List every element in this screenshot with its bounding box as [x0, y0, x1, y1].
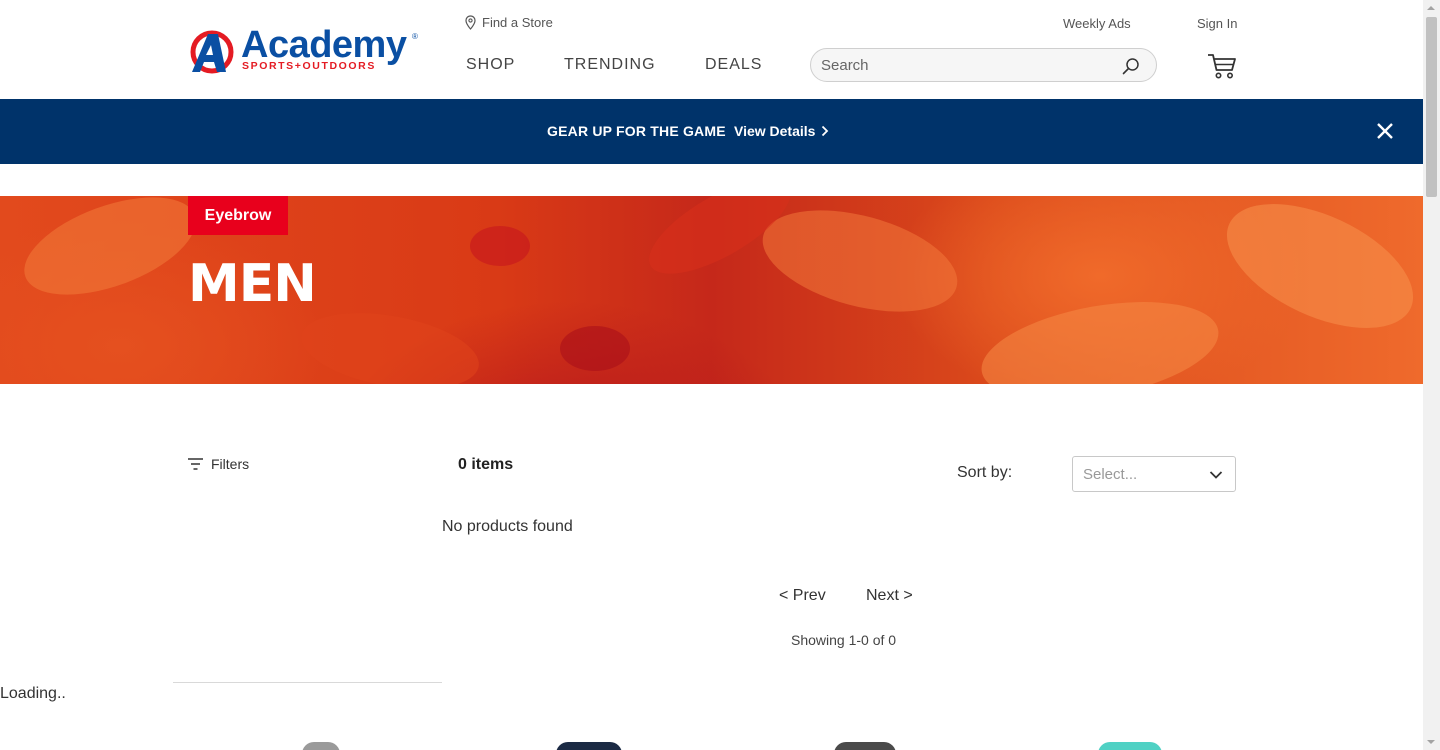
sort-label: Sort by: — [957, 464, 1013, 481]
next-page-link[interactable]: Next > — [866, 587, 913, 605]
logo-subtitle: SPORTS+OUTDOORS — [242, 60, 376, 72]
nav-trending[interactable]: TRENDING — [564, 56, 656, 74]
sort-selected-value: Select... — [1083, 466, 1138, 483]
product-thumbnail[interactable] — [302, 742, 340, 750]
logo-mark-icon — [190, 30, 234, 74]
cart-icon[interactable] — [1207, 52, 1237, 80]
item-count: 0 items — [458, 456, 514, 473]
petal-shape — [295, 300, 485, 384]
sidebar-divider — [173, 682, 442, 683]
sign-in-link[interactable]: Sign In — [1197, 16, 1237, 31]
nav-deals[interactable]: DEALS — [705, 56, 762, 74]
find-a-store-link[interactable]: Find a Store — [465, 15, 553, 30]
petal-shape — [11, 196, 209, 315]
registered-mark: ® — [412, 32, 418, 41]
chevron-right-icon — [822, 125, 829, 137]
academy-logo[interactable]: Academy SPORTS+OUTDOORS ® — [188, 24, 420, 74]
filters-button[interactable]: Filters — [188, 456, 249, 472]
product-thumbnail[interactable] — [834, 742, 896, 750]
nav-shop[interactable]: SHOP — [466, 56, 515, 74]
scroll-down-arrow-icon[interactable] — [1427, 740, 1435, 744]
page-scrollbar[interactable] — [1423, 0, 1440, 750]
page-title: MEN — [188, 254, 317, 314]
no-products-message: No products found — [442, 518, 573, 535]
weekly-ads-link[interactable]: Weekly Ads — [1063, 16, 1131, 31]
location-pin-icon — [465, 15, 476, 30]
scrollbar-thumb[interactable] — [1426, 17, 1437, 197]
promo-banner: GEAR UP FOR THE GAME View Details — [0, 99, 1423, 164]
petal-shape — [751, 196, 969, 331]
product-thumbnail[interactable] — [1098, 742, 1162, 750]
filter-lines-icon — [188, 458, 203, 470]
scroll-up-arrow-icon[interactable] — [1427, 6, 1435, 10]
petal-shape — [470, 226, 530, 266]
results-summary: Showing 1-0 of 0 — [791, 632, 897, 648]
sort-dropdown[interactable]: Select... — [1072, 456, 1236, 492]
close-icon[interactable] — [1375, 121, 1395, 141]
site-header: Academy SPORTS+OUTDOORS ® Find a Store W… — [0, 0, 1423, 99]
search-icon[interactable] — [1122, 57, 1140, 75]
view-details-link[interactable]: View Details — [734, 123, 829, 139]
filters-label: Filters — [211, 456, 250, 472]
search-bar — [810, 48, 1157, 82]
petal-shape — [560, 326, 630, 371]
find-a-store-label: Find a Store — [482, 15, 553, 30]
loading-indicator: Loading.. — [0, 685, 66, 702]
eyebrow-tag: Eyebrow — [188, 196, 288, 235]
chevron-down-icon — [1209, 471, 1223, 479]
search-input[interactable] — [821, 49, 1121, 81]
prev-page-link[interactable]: < Prev — [779, 587, 826, 605]
petal-shape — [974, 285, 1226, 384]
petal-shape — [1208, 196, 1423, 354]
view-details-label: View Details — [734, 123, 816, 139]
promo-message: GEAR UP FOR THE GAME — [547, 123, 726, 139]
product-thumbnail[interactable] — [556, 742, 622, 750]
